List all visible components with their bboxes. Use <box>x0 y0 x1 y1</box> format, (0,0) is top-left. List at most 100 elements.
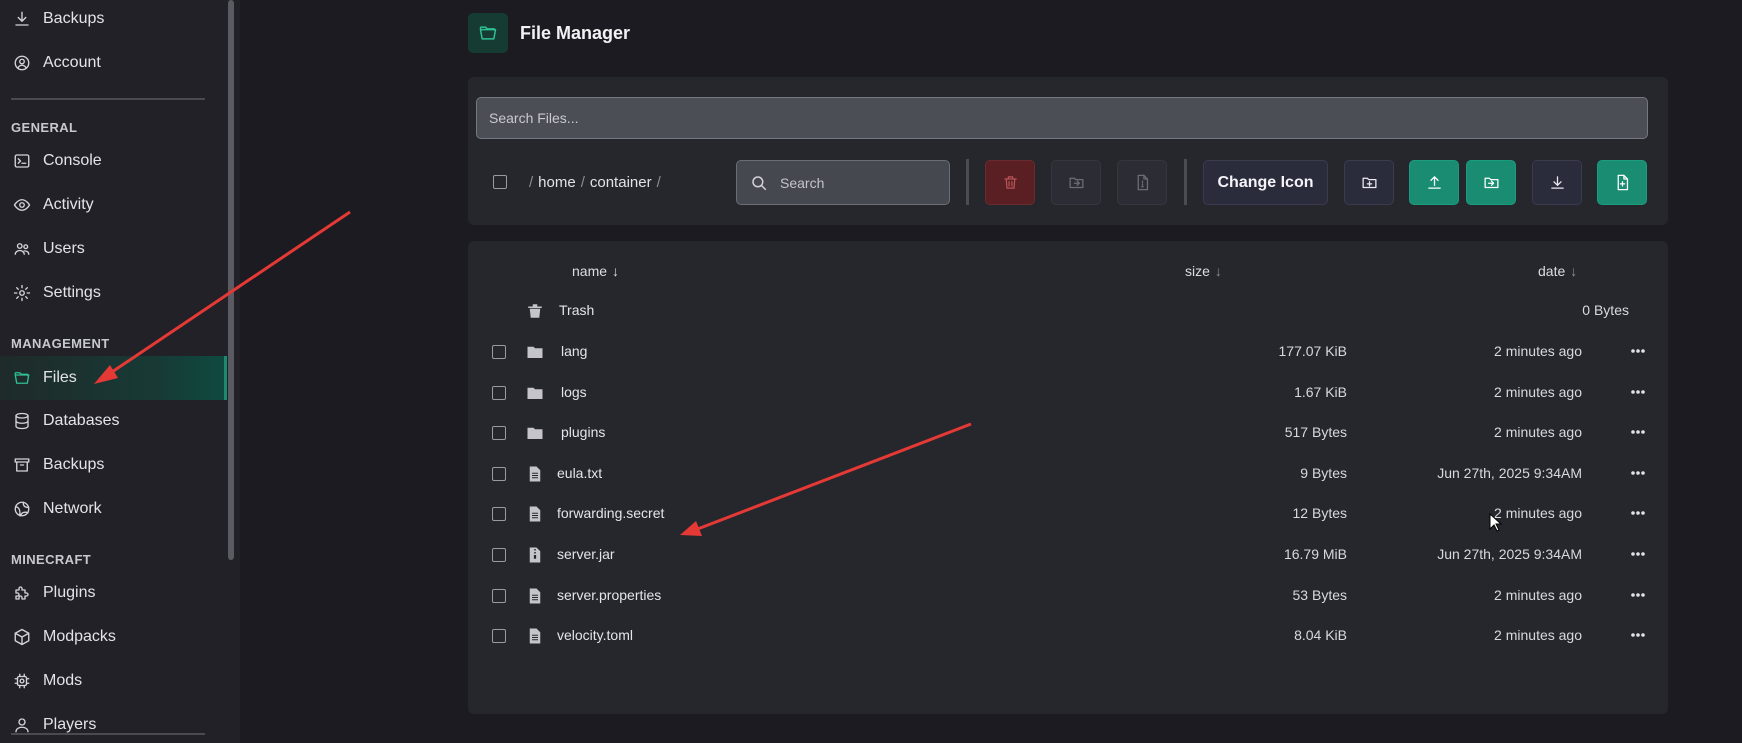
sidebar-item-backups[interactable]: Backups <box>0 443 224 487</box>
trash-label: Trash <box>559 302 595 318</box>
sidebar-divider <box>11 733 205 735</box>
sidebar-section-general: GENERAL <box>11 120 78 135</box>
file-date: 2 minutes ago <box>1494 343 1582 359</box>
select-all-checkbox[interactable] <box>493 175 507 189</box>
row-checkbox[interactable] <box>492 629 506 644</box>
search-input[interactable] <box>778 173 932 192</box>
user-circle-icon <box>12 53 32 73</box>
file-name[interactable]: server.properties <box>557 587 661 603</box>
sidebar-item-activity[interactable]: Activity <box>0 183 224 227</box>
row-checkbox[interactable] <box>492 466 506 481</box>
file-size: 16.79 MiB <box>1283 546 1347 562</box>
file-name[interactable]: lang <box>561 343 587 359</box>
compress-button[interactable] <box>1117 160 1167 205</box>
file-row[interactable]: forwarding.secret 12 Bytes 2 minutes ago <box>468 492 1668 537</box>
breadcrumb-container[interactable]: container <box>590 174 652 191</box>
sidebar-item-console[interactable]: Console <box>0 139 224 183</box>
upload-folder-button[interactable] <box>1466 160 1516 205</box>
row-checkbox[interactable] <box>492 588 506 603</box>
sidebar-item-label: Databases <box>43 412 120 429</box>
file-date: 2 minutes ago <box>1494 505 1582 522</box>
sidebar-item-label: Plugins <box>43 584 96 601</box>
trash-size: 0 Bytes <box>1582 302 1629 318</box>
more-options-icon[interactable] <box>1626 542 1650 566</box>
more-options-icon[interactable] <box>1626 583 1650 607</box>
sidebar-divider <box>11 98 205 100</box>
file-date: 2 minutes ago <box>1494 424 1582 441</box>
sidebar-item-files[interactable]: Files <box>0 356 227 400</box>
sidebar-item-account[interactable]: Account <box>0 41 224 85</box>
upload-icon <box>1427 176 1441 189</box>
file-name[interactable]: logs <box>561 384 587 400</box>
sidebar-scrollbar[interactable] <box>228 0 234 560</box>
change-icon-button[interactable]: Change Icon <box>1203 160 1328 205</box>
sidebar-item-backups-top[interactable]: Backups <box>0 0 224 41</box>
file-row[interactable]: server.properties 53 Bytes 2 minutes ago <box>468 574 1668 619</box>
file-row[interactable]: eula.txt 9 Bytes Jun 27th, 2025 9:34AM <box>468 452 1668 497</box>
row-checkbox[interactable] <box>492 548 506 562</box>
folder-move-icon <box>1068 177 1084 189</box>
sidebar-item-mods[interactable]: Mods <box>0 659 224 703</box>
delete-button[interactable] <box>985 160 1035 205</box>
more-options-icon[interactable] <box>1626 623 1650 647</box>
new-folder-button[interactable] <box>1344 160 1394 205</box>
column-header-name[interactable]: name ↓ <box>572 263 619 279</box>
file-name[interactable]: server.jar <box>557 546 615 562</box>
sidebar-section-management: MANAGEMENT <box>11 336 110 351</box>
breadcrumb: / home / container / <box>529 174 661 191</box>
file-plus-icon <box>1617 174 1628 191</box>
more-options-icon[interactable] <box>1626 380 1650 404</box>
cog-chip-icon <box>12 671 32 691</box>
sidebar-item-network[interactable]: Network <box>0 487 224 531</box>
cube-icon <box>12 627 32 647</box>
puzzle-icon <box>12 583 32 603</box>
sidebar-item-databases[interactable]: Databases <box>0 399 224 443</box>
more-options-icon[interactable] <box>1626 461 1650 485</box>
column-header-date[interactable]: date ↓ <box>1538 263 1577 279</box>
file-name[interactable]: forwarding.secret <box>557 505 664 521</box>
row-checkbox[interactable] <box>492 507 506 522</box>
file-name[interactable]: velocity.toml <box>557 627 633 643</box>
trash-row[interactable]: Trash 0 Bytes <box>468 289 1668 334</box>
download-button[interactable] <box>1532 160 1582 205</box>
file-name[interactable]: plugins <box>561 424 605 440</box>
more-options-icon[interactable] <box>1626 501 1650 525</box>
more-options-icon[interactable] <box>1626 339 1650 363</box>
toolbar-divider <box>1184 159 1187 205</box>
sidebar-item-label: Modpacks <box>43 628 116 645</box>
gear-icon <box>12 283 32 303</box>
folder-icon <box>526 384 544 402</box>
database-icon <box>12 411 32 431</box>
search-box[interactable] <box>736 160 950 205</box>
new-file-button[interactable] <box>1597 160 1647 205</box>
file-size: 177.07 KiB <box>1278 343 1348 359</box>
sidebar-item-label: Backups <box>43 456 105 473</box>
folder-icon <box>526 424 544 442</box>
file-size: 517 Bytes <box>1284 424 1347 441</box>
mouse-cursor-icon <box>1489 513 1503 532</box>
move-button[interactable] <box>1051 160 1101 205</box>
sidebar-item-players[interactable]: Players <box>0 703 224 743</box>
upload-button[interactable] <box>1409 160 1459 205</box>
more-options-icon[interactable] <box>1626 420 1650 444</box>
column-header-size[interactable]: size ↓ <box>1185 263 1222 279</box>
row-checkbox[interactable] <box>492 385 506 400</box>
archive-icon <box>12 455 32 475</box>
sidebar-item-modpacks[interactable]: Modpacks <box>0 615 224 659</box>
sidebar-item-users[interactable]: Users <box>0 227 224 271</box>
row-checkbox[interactable] <box>492 426 506 441</box>
file-row[interactable]: plugins 517 Bytes 2 minutes ago <box>468 411 1668 456</box>
file-row[interactable]: server.jar 16.79 MiB Jun 27th, 2025 9:34AM <box>468 533 1668 578</box>
row-checkbox[interactable] <box>492 345 506 359</box>
file-row[interactable]: lang 177.07 KiB 2 minutes ago <box>468 330 1668 375</box>
breadcrumb-home[interactable]: home <box>538 174 576 191</box>
sidebar-item-plugins[interactable]: Plugins <box>0 571 224 615</box>
trash-icon <box>1003 176 1017 189</box>
sidebar-item-settings[interactable]: Settings <box>0 271 224 315</box>
search-files-input[interactable] <box>476 97 1648 139</box>
folder-plus-icon <box>1361 177 1377 189</box>
file-name[interactable]: eula.txt <box>557 465 602 481</box>
file-zip-icon <box>1137 174 1148 191</box>
file-row[interactable]: logs 1.67 KiB 2 minutes ago <box>468 371 1668 416</box>
file-row[interactable]: velocity.toml 8.04 KiB 2 minutes ago <box>468 614 1668 659</box>
